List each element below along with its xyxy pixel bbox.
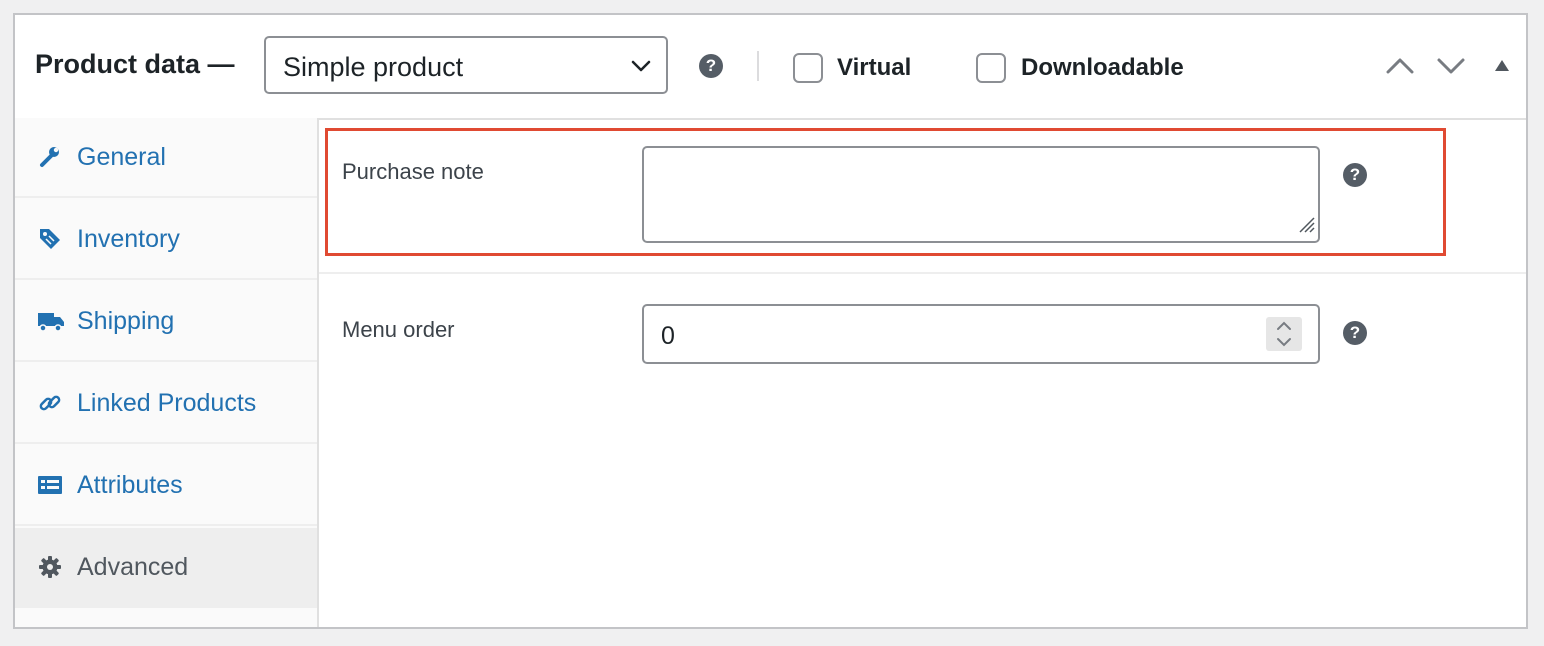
tag-icon (37, 226, 63, 252)
purchase-note-highlight (325, 128, 1446, 256)
downloadable-checkbox[interactable] (976, 53, 1006, 83)
virtual-label[interactable]: Virtual (837, 54, 911, 82)
move-up-icon[interactable] (1385, 53, 1415, 84)
panel-title: Product data — (35, 49, 235, 79)
tab-label: Linked Products (77, 389, 257, 417)
menu-order-label: Menu order (342, 317, 455, 342)
wrench-icon (37, 144, 63, 170)
help-icon[interactable]: ? (699, 54, 723, 78)
number-spinner[interactable] (1266, 317, 1302, 351)
product-data-tabs: General Inventory Shipping Linked Produc… (15, 118, 319, 627)
menu-order-value: 0 (661, 322, 675, 350)
table-icon (37, 472, 63, 498)
menu-order-input[interactable]: 0 (642, 304, 1320, 364)
tab-label: Inventory (77, 225, 180, 253)
gear-icon (37, 554, 63, 580)
tab-label: Shipping (77, 307, 175, 335)
tab-attributes[interactable]: Attributes (15, 446, 317, 526)
move-down-icon[interactable] (1436, 53, 1466, 84)
collapse-toggle-icon[interactable] (1493, 57, 1511, 78)
downloadable-label[interactable]: Downloadable (1021, 54, 1184, 82)
virtual-checkbox[interactable] (793, 53, 823, 83)
truck-icon (37, 308, 64, 334)
product-type-select[interactable]: Simple product (264, 36, 668, 94)
tab-label: General (77, 143, 166, 171)
field-divider (319, 272, 1526, 274)
tab-linked-products[interactable]: Linked Products (15, 364, 317, 444)
header-divider (757, 51, 759, 81)
tab-general[interactable]: General (15, 118, 317, 198)
tab-shipping[interactable]: Shipping (15, 282, 317, 362)
tab-advanced[interactable]: Advanced (15, 528, 317, 608)
chevron-down-icon (630, 55, 652, 82)
tab-label: Advanced (77, 553, 189, 581)
tab-label: Attributes (77, 471, 183, 499)
panel-header: Product data — Simple product ? Virtual … (15, 15, 1526, 120)
menu-order-help-icon[interactable]: ? (1343, 321, 1367, 345)
link-icon (37, 390, 63, 416)
tab-inventory[interactable]: Inventory (15, 200, 317, 280)
product-type-value: Simple product (283, 52, 464, 82)
product-data-panel: Product data — Simple product ? Virtual … (13, 13, 1528, 629)
